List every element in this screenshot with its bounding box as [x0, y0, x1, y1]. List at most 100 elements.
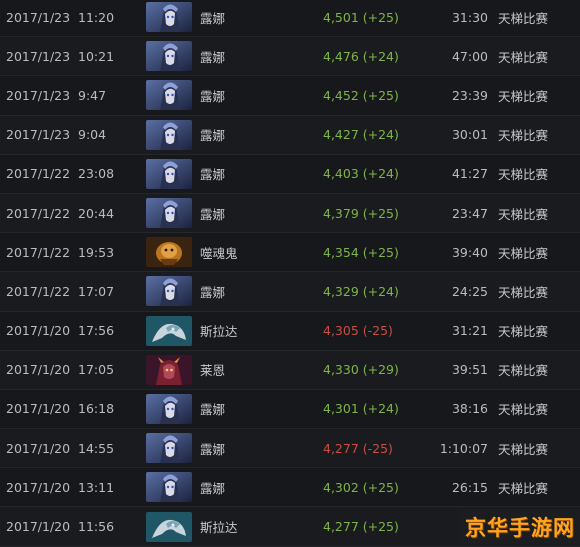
- match-date: 2017/1/22: [6, 166, 71, 182]
- mmr-change: 4,501 (+25): [323, 9, 399, 25]
- mmr-change: 4,305 (-25): [323, 323, 393, 339]
- hero-name: 露娜: [200, 128, 226, 144]
- lion-portrait-icon: [146, 354, 192, 385]
- match-row[interactable]: 2017/1/22 23:08 露娜 4,403 (+24) 41:27 天梯比赛: [0, 154, 580, 194]
- mmr-change: 4,301 (+24): [323, 401, 399, 417]
- match-date: 2017/1/20: [6, 323, 71, 339]
- luna-portrait-icon: [146, 158, 192, 189]
- match-row[interactable]: 2017/1/22 17:07 露娜 4,329 (+24) 24:25 天梯比赛: [0, 272, 580, 312]
- match-date: 2017/1/22: [6, 205, 71, 221]
- hero-portrait-cell: [146, 233, 192, 271]
- game-mode: 天梯比赛: [498, 324, 549, 340]
- mmr-change: 4,427 (+24): [323, 127, 399, 143]
- game-mode: 天梯比赛: [498, 10, 549, 26]
- hero-name: 露娜: [200, 49, 226, 65]
- match-time: 17:07: [78, 283, 115, 299]
- luna-portrait-icon: [146, 433, 192, 464]
- match-time: 9:47: [78, 87, 107, 103]
- match-date: 2017/1/20: [6, 440, 71, 456]
- match-time: 11:20: [78, 9, 115, 25]
- match-date: 2017/1/20: [6, 519, 71, 535]
- hero-name: 露娜: [200, 480, 226, 496]
- mmr-change: 4,476 (+24): [323, 48, 399, 64]
- hero-portrait-cell: [146, 272, 192, 310]
- match-duration: 41:27: [451, 166, 488, 182]
- game-mode: 天梯比赛: [498, 284, 549, 300]
- hero-portrait-cell: [146, 468, 192, 506]
- game-mode: 天梯比赛: [498, 245, 549, 261]
- luna-portrait-icon: [146, 41, 192, 72]
- match-row[interactable]: 2017/1/23 9:47 露娜 4,452 (+25) 23:39 天梯比赛: [0, 76, 580, 116]
- mmr-change: 4,403 (+24): [323, 166, 399, 182]
- watermark-text: 京华手游网: [465, 516, 575, 540]
- match-row[interactable]: 2017/1/23 11:20 露娜 4,501 (+25) 31:30 天梯比赛: [0, 0, 580, 38]
- match-row[interactable]: 2017/1/22 19:53 噬魂鬼 4,354 (+25) 39:40 天梯比赛: [0, 233, 580, 273]
- match-duration: 26:15: [451, 479, 488, 495]
- mmr-change: 4,329 (+24): [323, 283, 399, 299]
- match-duration: 38:16: [451, 401, 488, 417]
- hero-portrait-cell: [146, 390, 192, 428]
- match-time: 19:53: [78, 244, 115, 260]
- match-row[interactable]: 2017/1/20 14:55 露娜 4,277 (-25) 1:10:07 天梯比赛: [0, 429, 580, 469]
- match-row[interactable]: 2017/1/23 10:21 露娜 4,476 (+24) 47:00 天梯比赛: [0, 37, 580, 77]
- hero-name: 斯拉达: [200, 520, 238, 536]
- slardar-portrait-icon: [146, 315, 192, 346]
- game-mode: 天梯比赛: [498, 49, 549, 65]
- match-row[interactable]: 2017/1/20 16:18 露娜 4,301 (+24) 38:16 天梯比赛: [0, 389, 580, 430]
- match-date: 2017/1/20: [6, 362, 71, 378]
- hero-name: 露娜: [200, 441, 226, 457]
- hero-name: 莱恩: [200, 363, 226, 379]
- hero-name: 斯拉达: [200, 324, 238, 340]
- hero-name: 露娜: [200, 88, 226, 104]
- match-time: 9:04: [78, 127, 107, 143]
- match-time: 16:18: [78, 401, 115, 417]
- site-watermark: 京华手游网: [460, 510, 580, 544]
- hero-portrait-cell: [146, 0, 192, 36]
- match-row[interactable]: 2017/1/20 17:05 莱恩 4,330 (+29) 39:51 天梯比赛: [0, 350, 580, 390]
- luna-portrait-icon: [146, 472, 192, 503]
- hero-name: 露娜: [200, 10, 226, 26]
- match-duration: 23:39: [451, 87, 488, 103]
- match-date: 2017/1/22: [6, 244, 71, 260]
- game-mode: 天梯比赛: [498, 128, 549, 144]
- match-duration: 23:47: [451, 205, 488, 221]
- match-duration: 30:01: [451, 127, 488, 143]
- lifestealer-portrait-icon: [146, 237, 192, 268]
- luna-portrait-icon: [146, 393, 192, 424]
- match-time: 17:05: [78, 362, 115, 378]
- game-mode: 天梯比赛: [498, 480, 549, 496]
- luna-portrait-icon: [146, 119, 192, 150]
- mmr-change: 4,277 (+25): [323, 519, 399, 535]
- match-row[interactable]: 2017/1/20 17:56 斯拉达 4,305 (-25) 31:21 天梯比赛: [0, 311, 580, 351]
- game-mode: 天梯比赛: [498, 167, 549, 183]
- luna-portrait-icon: [146, 198, 192, 229]
- hero-portrait-cell: [146, 194, 192, 232]
- mmr-change: 4,302 (+25): [323, 479, 399, 495]
- match-row[interactable]: 2017/1/20 13:11 露娜 4,302 (+25) 26:15 天梯比赛: [0, 468, 580, 508]
- match-time: 11:56: [78, 519, 115, 535]
- hero-portrait-cell: [146, 116, 192, 154]
- match-duration: 31:30: [451, 9, 488, 25]
- match-time: 17:56: [78, 323, 115, 339]
- match-date: 2017/1/23: [6, 87, 71, 103]
- mmr-change: 4,330 (+29): [323, 362, 399, 378]
- match-duration: 47:00: [451, 48, 488, 64]
- match-row[interactable]: 2017/1/23 9:04 露娜 4,427 (+24) 30:01 天梯比赛: [0, 115, 580, 155]
- game-mode: 天梯比赛: [498, 363, 549, 379]
- match-row[interactable]: 2017/1/22 20:44 露娜 4,379 (+25) 23:47 天梯比赛: [0, 193, 580, 234]
- hero-name: 露娜: [200, 402, 226, 418]
- hero-portrait-cell: [146, 155, 192, 193]
- game-mode: 天梯比赛: [498, 206, 549, 222]
- match-date: 2017/1/23: [6, 9, 71, 25]
- match-duration: 39:51: [451, 362, 488, 378]
- hero-portrait-cell: [146, 312, 192, 350]
- match-duration: 31:21: [451, 323, 488, 339]
- game-mode: 天梯比赛: [498, 402, 549, 418]
- match-duration: 1:10:07: [439, 440, 488, 456]
- hero-name: 噬魂鬼: [200, 245, 238, 261]
- luna-portrait-icon: [146, 80, 192, 111]
- match-time: 14:55: [78, 440, 115, 456]
- match-date: 2017/1/20: [6, 401, 71, 417]
- hero-portrait-cell: [146, 76, 192, 114]
- match-date: 2017/1/20: [6, 479, 71, 495]
